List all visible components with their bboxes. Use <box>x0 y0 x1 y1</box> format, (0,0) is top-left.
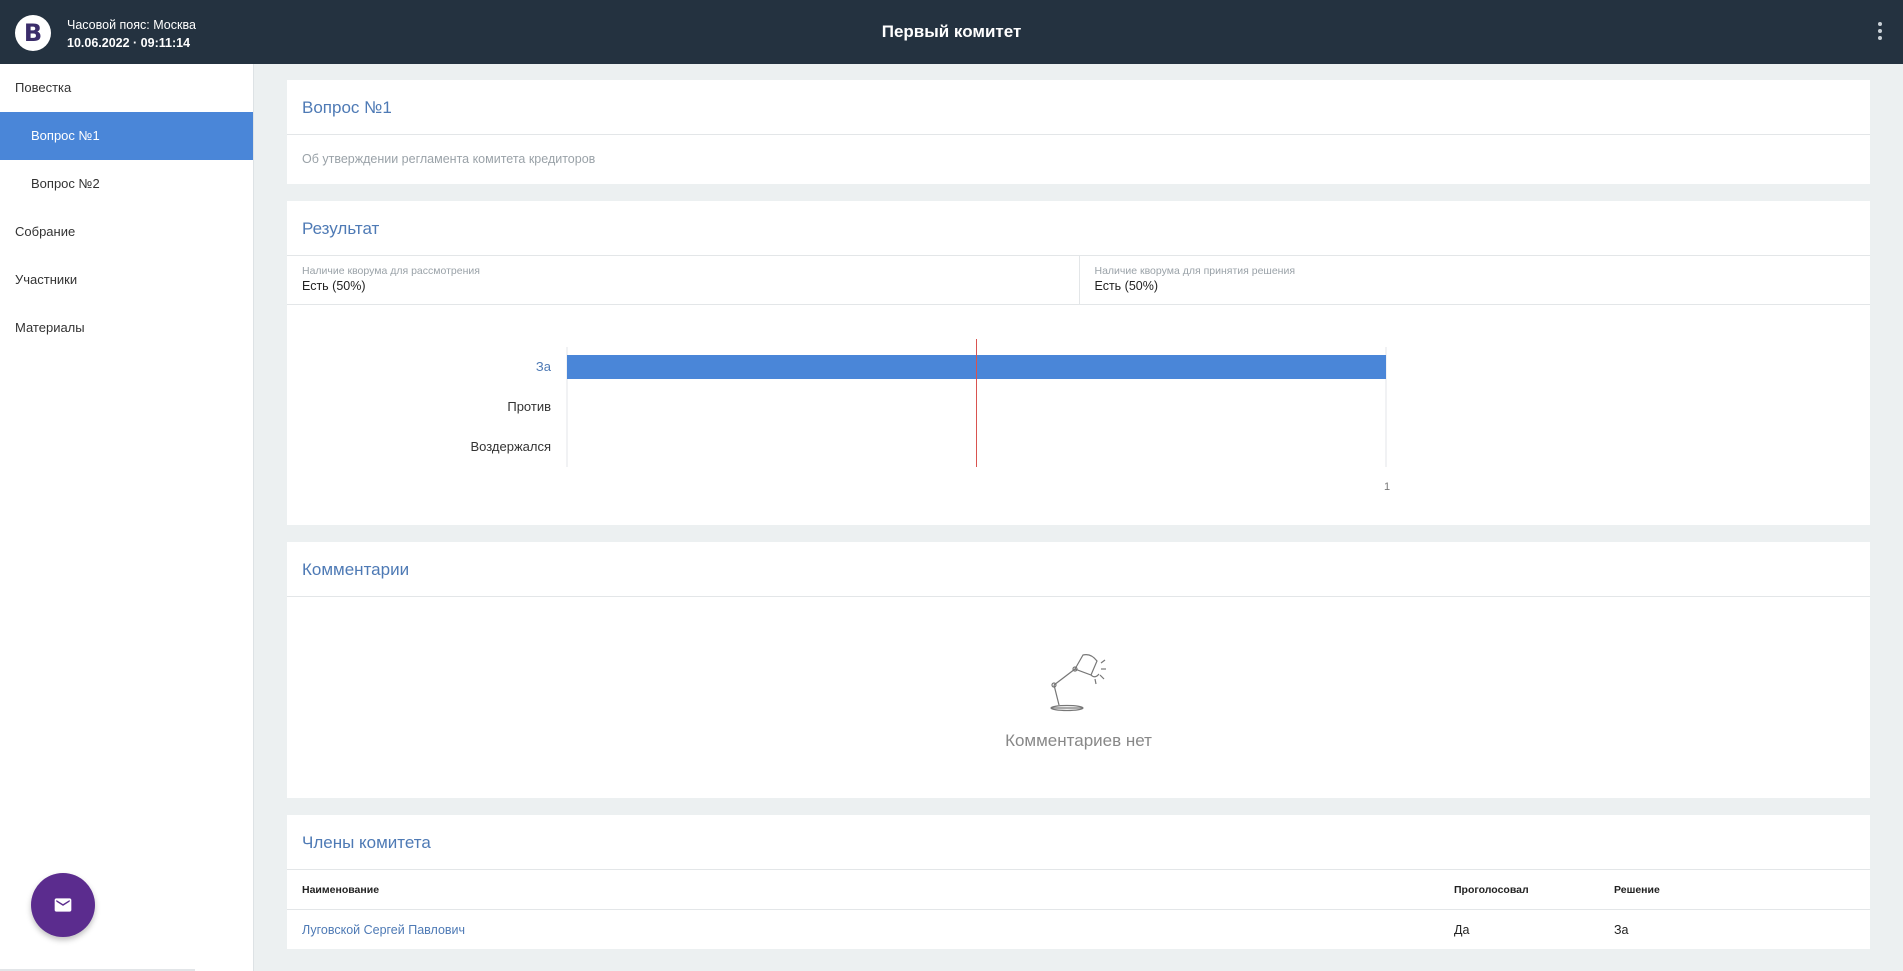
sidebar: Повестка Вопрос №1 Вопрос №2 Собрание Уч… <box>0 64 254 971</box>
column-header-decision: Решение <box>1614 884 1660 896</box>
sidebar-item-question-2[interactable]: Вопрос №2 <box>0 160 253 208</box>
vote-chart-svg: За Против Воздержался 1 <box>470 339 1390 493</box>
chart-x-tick-label: 1 <box>1384 481 1390 493</box>
chart-category-label-2: Воздержался <box>470 439 551 454</box>
comments-title: Комментарии <box>287 542 1870 597</box>
chart-category-label-0: За <box>536 359 552 374</box>
member-name-link[interactable]: Луговской Сергей Павлович <box>302 910 465 950</box>
mail-icon <box>54 898 72 912</box>
question-description: Об утверждении регламента комитета креди… <box>302 152 596 166</box>
sidebar-item-agenda[interactable]: Повестка <box>0 64 253 112</box>
result-card: Результат Наличие кворума для рассмотрен… <box>287 201 1870 525</box>
message-fab-button[interactable] <box>31 873 95 937</box>
table-row: Луговской Сергей Павлович Да За <box>287 910 1870 950</box>
quorum-row: Наличие кворума для рассмотрения Есть (5… <box>287 256 1870 305</box>
question-card: Вопрос №1 Об утверждении регламента коми… <box>287 80 1870 184</box>
question-title: Вопрос №1 <box>287 80 1870 135</box>
desk-lamp-icon <box>1050 654 1106 712</box>
column-header-voted: Проголосовал <box>1454 884 1529 896</box>
members-table-header: Наименование Проголосовал Решение <box>287 870 1870 910</box>
column-header-name: Наименование <box>302 884 380 896</box>
comments-empty-text: Комментариев нет <box>1005 731 1152 750</box>
quorum-decision-label: Наличие кворума для принятия решения <box>1094 265 1296 277</box>
sidebar-item-participants[interactable]: Участники <box>0 256 253 304</box>
page-title: Первый комитет <box>881 22 1022 41</box>
result-title: Результат <box>287 201 1870 256</box>
top-bar: B Часовой пояс: Москва 10.06.2022 · 09:1… <box>0 0 1903 64</box>
members-card: Члены комитета Наименование Проголосовал… <box>287 815 1870 949</box>
quorum-consider: Наличие кворума для рассмотрения Есть (5… <box>287 256 1079 304</box>
comments-empty-state: Комментариев нет <box>287 597 1870 797</box>
quorum-decision-value: Есть (50%) <box>1094 279 1159 293</box>
quorum-consider-label: Наличие кворума для рассмотрения <box>302 265 480 277</box>
vote-chart: За Против Воздержался 1 <box>287 305 1870 524</box>
quorum-decision: Наличие кворума для принятия решения Ест… <box>1078 256 1871 304</box>
sidebar-item-question-1[interactable]: Вопрос №1 <box>0 112 253 160</box>
sidebar-item-meeting[interactable]: Собрание <box>0 208 253 256</box>
sidebar-item-materials[interactable]: Материалы <box>0 304 253 352</box>
kebab-menu-icon[interactable] <box>1877 22 1883 42</box>
chart-category-label-1: Против <box>507 399 551 414</box>
quorum-consider-value: Есть (50%) <box>302 279 366 293</box>
member-decision: За <box>1614 923 1629 937</box>
members-title: Члены комитета <box>287 815 1870 870</box>
comments-card: Комментарии Комментариев нет <box>287 542 1870 798</box>
member-voted: Да <box>1454 923 1470 937</box>
